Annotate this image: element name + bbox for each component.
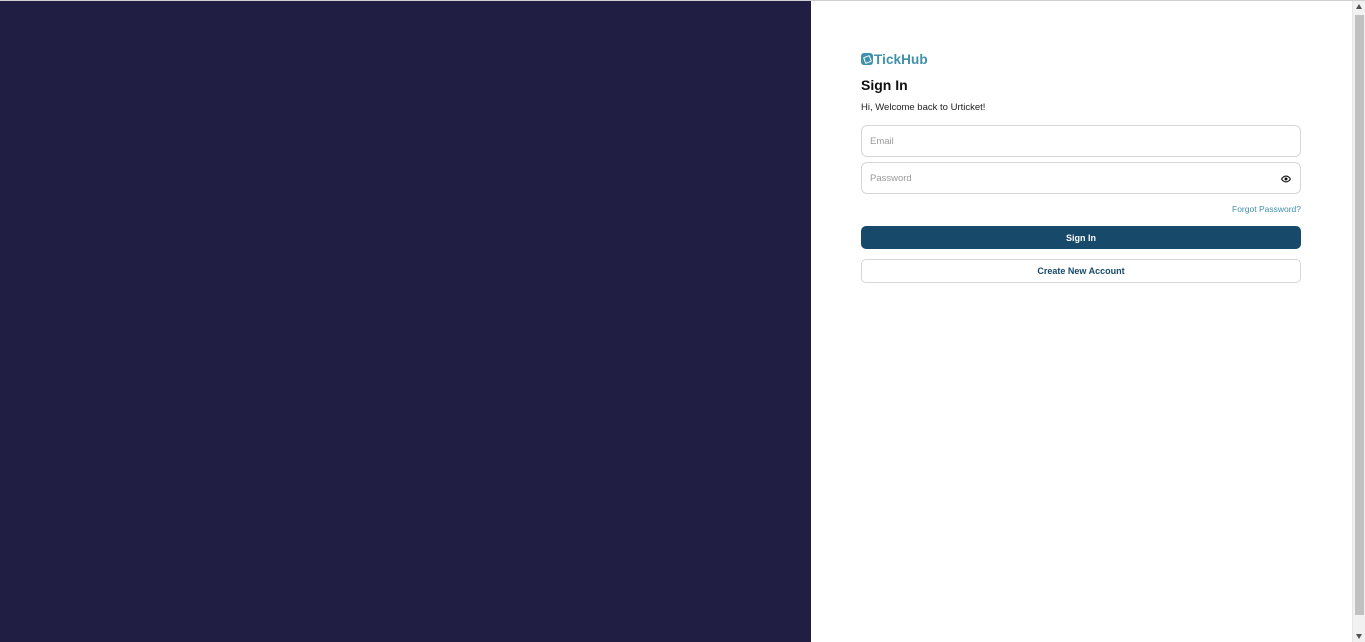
email-field[interactable] xyxy=(862,126,1300,156)
left-decorative-panel xyxy=(0,1,811,642)
brand-name: TickHub xyxy=(874,51,928,67)
scroll-up-arrow-icon[interactable] xyxy=(1356,4,1362,9)
signin-panel: TickHub Sign In Hi, Welcome back to Urti… xyxy=(811,1,1352,642)
welcome-subtitle: Hi, Welcome back to Urticket! xyxy=(861,102,986,113)
page: TickHub Sign In Hi, Welcome back to Urti… xyxy=(0,0,1365,642)
eye-icon[interactable] xyxy=(1281,174,1291,184)
sign-in-button[interactable]: Sign In xyxy=(861,226,1301,249)
vertical-scrollbar[interactable] xyxy=(1352,1,1365,642)
brand-logo: TickHub xyxy=(861,51,928,67)
create-account-button[interactable]: Create New Account xyxy=(861,259,1301,283)
scroll-thumb[interactable] xyxy=(1355,15,1364,615)
scroll-down-arrow-icon[interactable] xyxy=(1356,634,1362,639)
password-field[interactable] xyxy=(862,163,1300,193)
forgot-password-link[interactable]: Forgot Password? xyxy=(1232,204,1301,214)
password-field-wrapper xyxy=(861,162,1301,194)
page-title: Sign In xyxy=(861,77,908,93)
email-field-wrapper xyxy=(861,125,1301,157)
ticket-icon xyxy=(861,53,873,65)
